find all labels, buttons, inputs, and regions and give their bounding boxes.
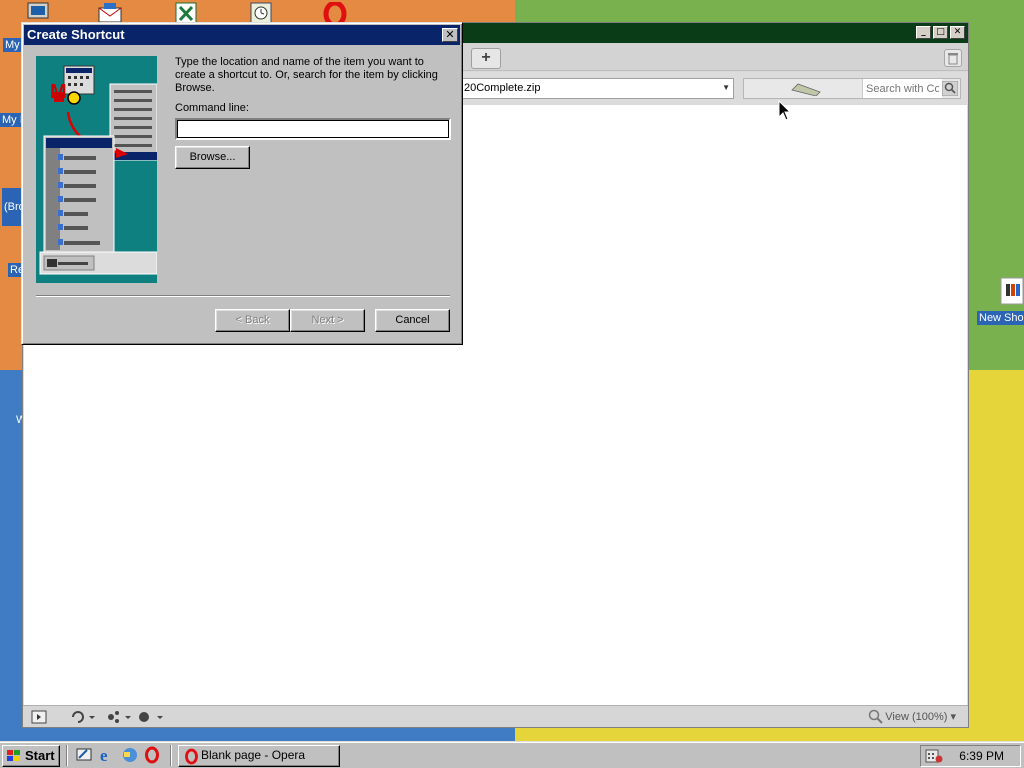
clock[interactable]: 6:39 PM bbox=[959, 749, 1004, 763]
taskbar-separator bbox=[170, 745, 172, 766]
search-area bbox=[743, 78, 961, 99]
opera-desktop-icon[interactable] bbox=[323, 2, 347, 24]
windows-logo-icon bbox=[7, 750, 20, 761]
wizard-illustration: M bbox=[36, 56, 157, 283]
zoom-level[interactable]: View (100%) ▾ bbox=[885, 710, 956, 723]
fast-forward-icon[interactable] bbox=[105, 709, 133, 725]
maximize-button[interactable]: □ bbox=[933, 26, 948, 39]
search-icon[interactable] bbox=[942, 81, 958, 96]
close-button[interactable]: ✕ bbox=[950, 26, 965, 39]
desktop-icon-label[interactable]: My bbox=[3, 38, 22, 52]
chevron-down-icon[interactable]: ▼ bbox=[722, 83, 730, 92]
start-label: Start bbox=[25, 748, 55, 763]
status-bar: View (100%) ▾ bbox=[23, 705, 968, 727]
panel-toggle-icon[interactable] bbox=[31, 709, 47, 725]
network-icon[interactable] bbox=[121, 746, 139, 764]
system-tray: 6:39 PM bbox=[920, 745, 1021, 767]
my-computer-icon[interactable] bbox=[26, 2, 50, 24]
plus-icon: + bbox=[481, 49, 491, 66]
internet-explorer-icon[interactable]: e bbox=[98, 746, 116, 764]
closed-tabs-button[interactable] bbox=[944, 49, 962, 67]
zoom-icon[interactable] bbox=[868, 709, 884, 725]
taskbar: Start e Blank page - Opera 6:39 PM bbox=[0, 741, 1024, 768]
search-input[interactable] bbox=[862, 79, 942, 98]
dialog-title: Create Shortcut bbox=[27, 27, 125, 42]
address-value: 20Complete.zip bbox=[464, 82, 541, 94]
task-label: Blank page - Opera bbox=[201, 748, 306, 762]
dialog-separator bbox=[36, 295, 450, 297]
browse-button[interactable]: Browse... bbox=[175, 146, 250, 169]
create-shortcut-dialog: Create Shortcut ✕ M Type the location an… bbox=[21, 22, 463, 345]
cancel-button[interactable]: Cancel bbox=[375, 309, 450, 332]
outlook-icon[interactable] bbox=[98, 2, 122, 24]
drag-item-ghost-icon bbox=[791, 83, 821, 96]
show-desktop-icon[interactable] bbox=[75, 746, 93, 764]
speed-dial-icon[interactable] bbox=[137, 709, 165, 725]
reload-icon[interactable] bbox=[69, 709, 97, 725]
opera-quicklaunch-icon[interactable] bbox=[143, 746, 161, 764]
opera-icon bbox=[185, 748, 198, 765]
svg-text:e: e bbox=[100, 746, 108, 764]
command-line-input[interactable] bbox=[175, 118, 451, 140]
new-tab-button[interactable]: + bbox=[471, 48, 501, 69]
dialog-title-bar[interactable]: Create Shortcut ✕ bbox=[24, 25, 460, 45]
zoom-label: View (100%) bbox=[885, 711, 948, 723]
scheduled-tasks-icon[interactable] bbox=[925, 748, 943, 764]
command-line-label: Command line: bbox=[175, 102, 249, 114]
trash-icon bbox=[948, 53, 958, 65]
taskbar-separator bbox=[66, 745, 68, 766]
new-shortcut-icon[interactable] bbox=[1000, 276, 1024, 306]
next-button[interactable]: Next > bbox=[290, 309, 365, 332]
start-button[interactable]: Start bbox=[2, 745, 60, 767]
instructions-text: Type the location and name of the item y… bbox=[175, 56, 438, 94]
minimize-button[interactable]: _ bbox=[916, 26, 931, 39]
task-button-opera[interactable]: Blank page - Opera bbox=[178, 745, 340, 767]
excel-icon[interactable] bbox=[174, 2, 198, 24]
back-button[interactable]: < Back bbox=[215, 309, 290, 332]
new-shortcut-label[interactable]: New Shor bbox=[977, 311, 1024, 325]
scheduler-icon[interactable] bbox=[249, 2, 273, 24]
mouse-cursor-icon bbox=[778, 100, 792, 121]
dialog-close-button[interactable]: ✕ bbox=[442, 28, 458, 42]
